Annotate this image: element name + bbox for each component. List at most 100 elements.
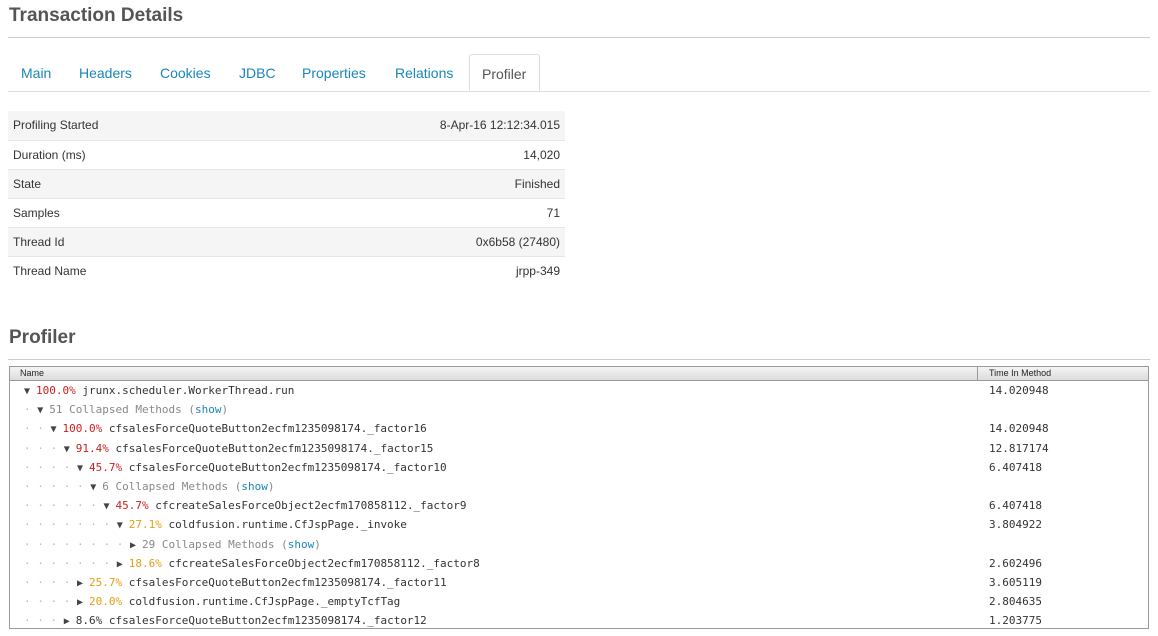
tab-cookies[interactable]: Cookies — [160, 54, 211, 91]
collapse-arrow-icon[interactable]: ▼ — [117, 520, 129, 531]
indent-guides: · · · · · · — [24, 499, 104, 513]
tree-row-name: · · ▼ 100.0% cfsalesForceQuoteButton2ecf… — [24, 422, 427, 435]
summary-key: State — [13, 176, 42, 191]
grid-header: Name Time In Method — [10, 367, 1148, 381]
indent-guides: · · — [24, 422, 51, 436]
method-name[interactable]: cfsalesForceQuoteButton2ecfm1235098174._… — [116, 442, 434, 455]
tree-row: · · · · · ▼ 6 Collapsed Methods (show) — [10, 477, 1148, 496]
tab-bar: Main Headers Cookies JDBC Properties Rel… — [8, 54, 1150, 92]
method-name[interactable]: coldfusion.runtime.CfJspPage._emptyTcfTa… — [129, 595, 401, 608]
tree-row: 12.817174 · · · ▼ 91.4% cfsalesForceQuote… — [10, 439, 1148, 458]
percent-label: 18.6% — [128, 556, 169, 570]
tab-relations[interactable]: Relations — [395, 54, 453, 91]
collapse-arrow-icon[interactable]: ▼ — [103, 501, 115, 512]
tab-main[interactable]: Main — [21, 54, 51, 91]
summary-value: 8-Apr-16 12:12:34.015 — [439, 118, 560, 133]
summary-row: Thread Name jrpp-349 — [8, 256, 565, 285]
expand-arrow-icon[interactable]: ▶ — [130, 540, 142, 551]
summary-row: Duration (ms) 14,020 — [8, 140, 565, 169]
collapse-arrow-icon[interactable]: ▼ — [37, 405, 49, 416]
indent-guides: · · · · — [24, 575, 77, 589]
tree-row-name: · · · ▶ 8.6% cfsalesForceQuoteButton2ecf… — [24, 614, 427, 627]
indent-guides: · · · · — [24, 595, 77, 609]
tree-row-name: · · · ▼ 91.4% cfsalesForceQuoteButton2ec… — [24, 442, 433, 455]
collapsed-methods-paren: ) — [221, 403, 229, 417]
tree-row-name: · ▼ 51 Collapsed Methods (show) — [24, 403, 228, 416]
method-name[interactable]: coldfusion.runtime.CfJspPage._invoke — [169, 518, 407, 531]
column-header-name[interactable]: Name — [20, 368, 44, 378]
collapse-arrow-icon[interactable]: ▼ — [77, 463, 89, 474]
collapse-arrow-icon[interactable]: ▼ — [90, 482, 102, 493]
tree-row-name: · · · · ▼ 45.7% cfsalesForceQuoteButton2… — [24, 461, 447, 474]
percent-label: 45.7% — [115, 499, 156, 513]
column-resize-handle[interactable] — [977, 367, 978, 380]
summary-row: Thread Id 0x6b58 (27480) — [8, 227, 565, 256]
tree-row: 2.804635 · · · · ▶ 20.0% coldfusion.runti… — [10, 592, 1148, 611]
tree-row: 6.407418 · · · · · · ▼ 45.7% cfcreateSale… — [10, 496, 1148, 515]
time-in-method: 14.020948 — [989, 384, 1049, 397]
column-header-time[interactable]: Time In Method — [989, 368, 1051, 378]
summary-key: Profiling Started — [13, 118, 99, 133]
indent-guides: · · · · · · · — [24, 556, 117, 570]
time-in-method: 2.602496 — [989, 556, 1042, 570]
show-collapsed-link[interactable]: show — [195, 403, 222, 416]
tab-headers[interactable]: Headers — [79, 54, 132, 91]
summary-value: Finished — [514, 176, 560, 191]
tree-row: 1.203775 · · · ▶ 8.6% cfsalesForceQuoteBu… — [10, 611, 1148, 628]
method-name[interactable]: cfsalesForceQuoteButton2ecfm1235098174._… — [109, 422, 427, 435]
show-collapsed-link[interactable]: show — [241, 480, 268, 493]
expand-arrow-icon[interactable]: ▶ — [77, 597, 89, 608]
indent-guides: · — [24, 403, 38, 417]
grid-body: 14.020948 ▼ 100.0% jrunx.scheduler.Worker… — [10, 381, 1148, 628]
tab-jdbc[interactable]: JDBC — [239, 54, 276, 91]
collapsed-methods-paren: ) — [267, 479, 275, 493]
collapsed-methods-label: 51 Collapsed Methods ( — [49, 403, 195, 417]
method-name[interactable]: cfcreateSalesForceObject2ecfm170858112._… — [169, 557, 480, 570]
time-in-method: 12.817174 — [989, 441, 1049, 455]
summary-key: Samples — [13, 205, 60, 220]
tree-row: 6.407418 · · · · ▼ 45.7% cfsalesForceQuot… — [10, 458, 1148, 477]
time-in-method: 6.407418 — [989, 460, 1042, 474]
summary-value: 14,020 — [523, 147, 560, 162]
tree-row: 3.804922 · · · · · · · ▼ 27.1% coldfusion… — [10, 515, 1148, 534]
percent-label: 20.0% — [89, 595, 129, 609]
collapsed-methods-label: 6 Collapsed Methods ( — [102, 479, 242, 493]
tree-row: 3.605119 · · · · ▶ 25.7% cfsalesForceQuot… — [10, 573, 1148, 592]
tree-row-name: ▼ 100.0% jrunx.scheduler.WorkerThread.ru… — [24, 384, 294, 397]
tree-row-name: · · · · ▶ 25.7% cfsalesForceQuoteButton2… — [24, 576, 447, 589]
summary-row: Profiling Started 8-Apr-16 12:12:34.015 — [8, 111, 565, 140]
summary-row: Samples 71 — [8, 198, 565, 227]
indent-guides: · · · · · · · · — [24, 537, 130, 551]
expand-arrow-icon[interactable]: ▶ — [64, 616, 76, 627]
collapsed-methods-paren: ) — [314, 537, 321, 551]
time-in-method: 6.407418 — [989, 499, 1042, 513]
expand-arrow-icon[interactable]: ▶ — [117, 559, 129, 570]
percent-label: 91.4% — [75, 441, 116, 455]
summary-table: Profiling Started 8-Apr-16 12:12:34.015 D… — [8, 111, 565, 285]
indent-guides: · · · — [24, 441, 64, 455]
time-in-method: 3.804922 — [989, 518, 1042, 532]
collapse-arrow-icon[interactable]: ▼ — [24, 386, 36, 397]
method-name[interactable]: cfcreateSalesForceObject2ecfm170858112._… — [155, 499, 466, 512]
method-name[interactable]: jrunx.scheduler.WorkerThread.run — [82, 384, 294, 397]
expand-arrow-icon[interactable]: ▶ — [77, 578, 89, 589]
title-divider — [8, 37, 1150, 38]
summary-key: Duration (ms) — [13, 147, 86, 162]
percent-label: 27.1% — [128, 518, 169, 532]
collapse-arrow-icon[interactable]: ▼ — [51, 424, 63, 435]
tree-row-name: · · · · ▶ 20.0% coldfusion.runtime.CfJsp… — [24, 595, 400, 608]
method-name[interactable]: cfsalesForceQuoteButton2ecfm1235098174._… — [129, 576, 447, 589]
summary-key: Thread Id — [13, 234, 65, 249]
method-name[interactable]: cfsalesForceQuoteButton2ecfm1235098174._… — [109, 614, 427, 627]
tab-properties[interactable]: Properties — [302, 54, 366, 91]
show-collapsed-link[interactable]: show — [288, 538, 315, 551]
time-in-method: 3.605119 — [989, 575, 1042, 589]
collapse-arrow-icon[interactable]: ▼ — [64, 444, 76, 455]
percent-label: 8.6% — [75, 614, 109, 628]
percent-label: 100.0% — [62, 422, 109, 436]
tab-profiler[interactable]: Profiler — [469, 54, 540, 91]
percent-label: 25.7% — [89, 575, 129, 589]
tree-row: · ▼ 51 Collapsed Methods (show) — [10, 400, 1148, 419]
tree-row: 14.020948 · · ▼ 100.0% cfsalesForceQuoteB… — [10, 419, 1148, 438]
method-name[interactable]: cfsalesForceQuoteButton2ecfm1235098174._… — [129, 461, 447, 474]
